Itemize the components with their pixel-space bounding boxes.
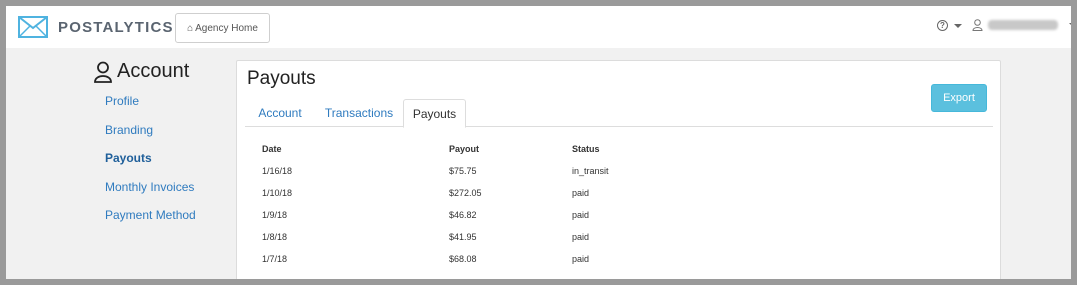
payouts-card: Payouts Export Account Transactions Payo… xyxy=(236,60,1001,279)
logo-text: POSTALYTICS xyxy=(58,18,174,36)
sidebar-item-branding[interactable]: Branding xyxy=(105,123,196,152)
tab-payouts[interactable]: Payouts xyxy=(403,99,466,128)
cell-payout: $46.82 xyxy=(449,210,477,220)
help-menu[interactable]: ? xyxy=(937,20,962,31)
column-header-date: Date xyxy=(262,144,282,154)
tab-account[interactable]: Account xyxy=(245,99,315,127)
column-header-status: Status xyxy=(572,144,600,154)
table-row: 1/9/18 $46.82 paid xyxy=(237,210,997,232)
table-row: 1/7/18 $68.08 paid xyxy=(237,254,997,276)
cell-payout: $75.75 xyxy=(449,166,477,176)
chevron-down-icon xyxy=(954,23,962,28)
envelope-logo-icon xyxy=(18,16,48,38)
tab-transactions[interactable]: Transactions xyxy=(317,99,401,127)
cell-status: paid xyxy=(572,210,590,220)
username-blurred xyxy=(988,20,1058,30)
cell-status: paid xyxy=(572,188,590,198)
tab-bar: Account Transactions Payouts xyxy=(245,99,993,128)
sidebar-title: Account xyxy=(117,60,190,82)
sidebar-item-payment-method[interactable]: Payment Method xyxy=(105,208,196,237)
chevron-down-icon xyxy=(1069,23,1071,27)
page-title: Payouts xyxy=(247,68,316,89)
cell-date: 1/16/18 xyxy=(262,166,293,176)
cell-status: paid xyxy=(572,254,590,264)
sidebar-item-payouts[interactable]: Payouts xyxy=(105,151,196,180)
logo[interactable]: POSTALYTICS xyxy=(18,14,174,40)
user-icon xyxy=(972,19,983,31)
app-window: POSTALYTICS ⌂ Agency Home ? Account Prof… xyxy=(6,6,1071,279)
column-header-payout: Payout xyxy=(449,144,480,154)
person-icon xyxy=(94,61,112,83)
cell-payout: $41.95 xyxy=(449,232,477,242)
table-row: 1/10/18 $272.05 paid xyxy=(237,188,997,210)
agency-home-label: Agency Home xyxy=(195,22,258,34)
cell-payout: $272.05 xyxy=(449,188,482,198)
user-menu[interactable] xyxy=(972,19,1071,31)
sidebar-nav: Profile Branding Payouts Monthly Invoice… xyxy=(105,94,196,237)
home-icon: ⌂ xyxy=(187,22,194,34)
cell-payout: $68.08 xyxy=(449,254,477,264)
table-row: 1/16/18 $75.75 in_transit xyxy=(237,166,997,188)
sidebar-heading: Account xyxy=(93,60,189,83)
cell-date: 1/10/18 xyxy=(262,188,293,198)
cell-status: in_transit xyxy=(572,166,609,176)
agency-home-button[interactable]: ⌂ Agency Home xyxy=(175,13,270,43)
table-row: 1/8/18 $41.95 paid xyxy=(237,232,997,254)
cell-status: paid xyxy=(572,232,590,242)
cell-date: 1/9/18 xyxy=(262,210,288,220)
help-icon: ? xyxy=(937,20,948,31)
top-navbar: POSTALYTICS ⌂ Agency Home ? xyxy=(6,6,1071,48)
sidebar-item-monthly-invoices[interactable]: Monthly Invoices xyxy=(105,180,196,209)
cell-date: 1/8/18 xyxy=(262,232,288,242)
cell-date: 1/7/18 xyxy=(262,254,288,264)
sidebar-item-profile[interactable]: Profile xyxy=(105,94,196,123)
